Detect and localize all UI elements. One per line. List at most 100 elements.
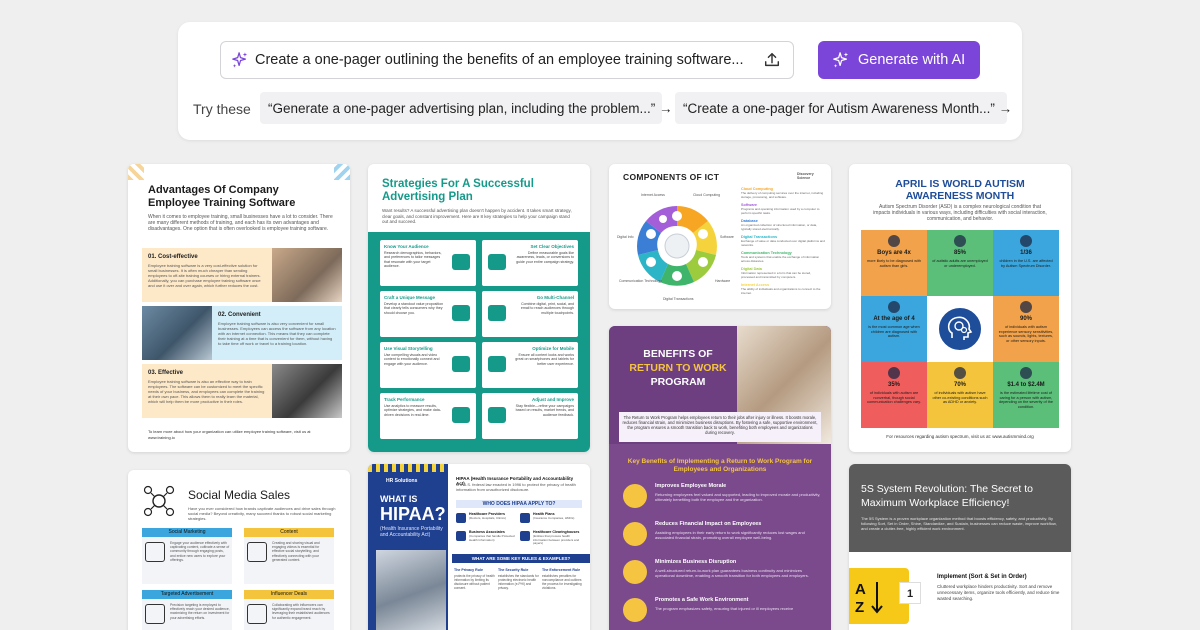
template-card-social-media[interactable]: Social Media Sales Have you ever conside… xyxy=(128,470,350,630)
tile-text: Use analytics to measure results, optimi… xyxy=(384,404,441,417)
rule-column: The Privacy Rule protects the privacy of … xyxy=(454,568,496,628)
tile-heading: Set Clear Objectives xyxy=(530,244,574,249)
money-bag-icon xyxy=(623,522,647,546)
stat-text: of autistic adults are unemployed or und… xyxy=(932,259,988,268)
autism-stat-tile: $1.4 to $2.4M is the estimated lifetime c… xyxy=(993,362,1059,428)
stat-value: 85% xyxy=(953,250,966,256)
tile-text: Use compelling visuals and video content… xyxy=(384,353,440,366)
social-icon xyxy=(247,604,267,624)
item-text: Programs and operating information used … xyxy=(741,208,820,215)
entity-icon xyxy=(456,513,466,523)
stat-text: of individuals with autism experience se… xyxy=(998,325,1054,343)
tile-text: Define measurable goals like awareness, … xyxy=(516,251,574,264)
item-text: Exchange of value or data conducted over… xyxy=(741,240,825,247)
benefit-heading: Improves Employee Morale xyxy=(655,483,727,489)
template-card-ict[interactable]: COMPONENTS OF ICT Discovery Science Inte… xyxy=(609,164,831,309)
autism-stat-tile: 85% of autistic adults are unemployed or … xyxy=(927,230,993,296)
rule-heading: The Enforcement Rule xyxy=(542,568,581,572)
benefit-item: Reduces Financial Impact on Employees Ass… xyxy=(623,520,821,556)
step-text: Cluttered workplace hinders productivity… xyxy=(937,584,1060,601)
tile-text: Ensure all content looks and works great… xyxy=(515,353,574,366)
entity-item: Healthcare Providers (Doctors, Hospitals,… xyxy=(456,512,518,528)
tile-heading: Optimize for Mobile xyxy=(532,346,574,351)
template-card-hipaa[interactable]: HR Solutions WHAT IS HIPAA? (Health Insu… xyxy=(368,464,590,630)
autism-stat-tile: At the age of 4 is the most common age wh… xyxy=(861,296,927,362)
entity-text: (Doctors, Hospitals, Clinics) xyxy=(469,517,506,520)
gender-icon xyxy=(888,235,900,247)
autism-stat-tile: 70% of individuals with autism have other… xyxy=(927,362,993,428)
card-intro: When it comes to employee training, smal… xyxy=(148,214,333,232)
benefit-item: Minimizes Business Disruption A well-stru… xyxy=(623,558,821,594)
item-heading: Database xyxy=(741,219,758,223)
entity-item: Health Plans (Insurance Companies, HMOs) xyxy=(520,512,582,528)
wheel-label: Software xyxy=(720,235,734,239)
strategy-tile: Set Clear Objectives Define measurable go… xyxy=(482,240,578,286)
card-title: 5S System Revolution: The Secret to Maxi… xyxy=(861,483,1033,509)
item-text: An organized collection of structured in… xyxy=(741,224,818,231)
ict-list-item: Cloud Computing The delivery of computing… xyxy=(741,186,825,202)
item-heading: 01. Cost-effective xyxy=(148,254,198,260)
generate-label: Generate with AI xyxy=(858,52,966,68)
tile-text: Develop a standout value proposition tha… xyxy=(384,302,444,315)
prompt-input[interactable]: Create a one-pager outlining the benefit… xyxy=(220,41,794,79)
child-icon xyxy=(888,301,900,313)
wheel-label: Internet Access xyxy=(641,193,665,197)
generate-with-ai-button[interactable]: Generate with AI xyxy=(818,41,980,79)
item-text: Employee training software is a very cos… xyxy=(148,263,261,288)
social-tile: Targeted Advertisement Precision targetin… xyxy=(142,590,232,630)
benefit-text: Returning employees feel valued and supp… xyxy=(655,492,821,502)
rule-text: establishes the standards for protecting… xyxy=(498,574,539,590)
template-card-training[interactable]: Advantages Of Company Employee Training … xyxy=(128,164,350,452)
stat-text: of individuals with autism have other co… xyxy=(932,391,988,405)
section-heading: Key Benefits of Implementing a Return to… xyxy=(627,458,813,473)
item-text: Information represented in a form that c… xyxy=(741,272,812,279)
tile-heading: Go Multi-Channel xyxy=(536,295,574,300)
suggestion-chip-advertising[interactable]: “Generate a one-pager advertising plan, … xyxy=(260,92,672,124)
step-number: 1 xyxy=(899,582,921,604)
template-card-advertising[interactable]: Strategies For A Successful Advertising … xyxy=(368,164,590,452)
head-gears-icon xyxy=(936,305,984,353)
template-card-5s[interactable]: 5S System Revolution: The Secret to Maxi… xyxy=(849,464,1071,630)
card-intro: Have you ever considered how brands capt… xyxy=(188,506,336,521)
tile-heading: Social Marketing xyxy=(142,528,232,537)
tile-text: Stay flexible—refine your campaigns base… xyxy=(515,404,574,417)
card-title: COMPONENTS OF ICT xyxy=(623,172,720,182)
smile-icon xyxy=(623,484,647,508)
card-intro: The Return to Work Program helps employe… xyxy=(622,415,818,435)
suggestion-chip-autism[interactable]: “Create a one-pager for Autism Awareness… xyxy=(675,92,1012,124)
card-intro: The 5S System is a proven workplace orga… xyxy=(861,516,1057,531)
tile-heading: Influencer Deals xyxy=(244,590,334,599)
stat-value: 35% xyxy=(887,382,900,388)
team-icon xyxy=(623,560,647,584)
card-intro: Want results? A successful advertising p… xyxy=(382,208,572,224)
benefit-heading: Promotes a Safe Work Environment xyxy=(655,597,749,603)
stat-value: Boys are 4x xyxy=(877,250,911,256)
wheel-label: Digital Info xyxy=(617,235,634,239)
strategy-tile: Optimize for Mobile Ensure all content lo… xyxy=(482,342,578,388)
training-item-3: 03. Effective Employee training software… xyxy=(142,364,342,418)
social-icon xyxy=(145,604,165,624)
benefit-heading: Reduces Financial Impact on Employees xyxy=(655,521,762,527)
strategy-icon xyxy=(488,356,506,372)
upload-icon[interactable] xyxy=(763,51,781,69)
strategy-icon xyxy=(452,356,470,372)
item-text: Employee training software is also an ef… xyxy=(148,379,265,404)
tile-text: Research demographics, behaviors, and pr… xyxy=(384,251,442,269)
money-icon xyxy=(1020,367,1032,379)
title-line-1: BENEFITS OF xyxy=(643,348,713,360)
stat-text: is the most common age when children are… xyxy=(868,325,920,339)
rule-heading: The Privacy Rule xyxy=(454,568,483,572)
stripe-pattern xyxy=(368,464,448,472)
template-card-autism[interactable]: APRIL IS WORLD AUTISM AWARENESS MONTH Au… xyxy=(849,164,1071,452)
strategy-tile: Go Multi-Channel Combine digital, print, … xyxy=(482,291,578,337)
strategy-icon xyxy=(488,305,506,321)
template-card-return-to-work[interactable]: BENEFITS OF RETURN TO WORK PROGRAM The R… xyxy=(609,326,831,630)
tile-heading: Know Your Audience xyxy=(384,244,429,249)
training-item-1: 01. Cost-effective Employee training sof… xyxy=(142,248,342,302)
stat-value: 90% xyxy=(1019,316,1032,322)
item-heading: Digital Data xyxy=(741,267,762,271)
tile-text: Engage your audience effectively with ca… xyxy=(170,541,230,562)
rule-text: establishes penalties for noncompliance … xyxy=(542,574,582,590)
strategy-tile: Track Performance Use analytics to measur… xyxy=(380,393,476,439)
strategy-icon xyxy=(452,407,470,423)
